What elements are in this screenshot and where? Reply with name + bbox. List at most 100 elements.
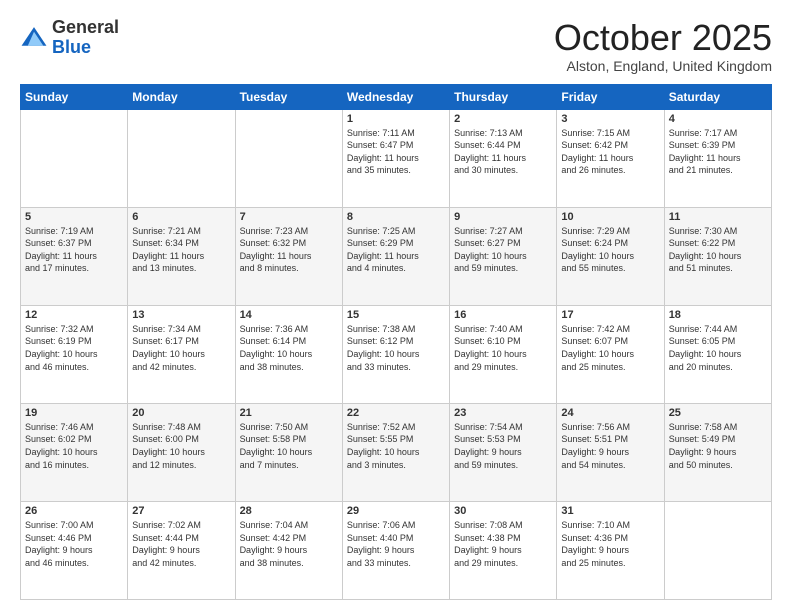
calendar-header-day: Monday (128, 84, 235, 109)
day-info: Sunrise: 7:11 AM Sunset: 6:47 PM Dayligh… (347, 127, 445, 177)
logo-blue: Blue (52, 37, 91, 57)
calendar-header-day: Friday (557, 84, 664, 109)
day-info: Sunrise: 7:42 AM Sunset: 6:07 PM Dayligh… (561, 323, 659, 373)
day-info: Sunrise: 7:50 AM Sunset: 5:58 PM Dayligh… (240, 421, 338, 471)
calendar-cell: 16Sunrise: 7:40 AM Sunset: 6:10 PM Dayli… (450, 305, 557, 403)
calendar-cell: 31 Sunrise: 7:10 AM Sunset: 4:36 PM Dayli… (557, 501, 664, 599)
day-info: Sunrise: 7:21 AM Sunset: 6:34 PM Dayligh… (132, 225, 230, 275)
day-number: 26 (25, 505, 123, 517)
calendar-cell: 18 Sunrise: 7:44 AM Sunset: 6:05 PM Dayli… (664, 305, 771, 403)
calendar-cell: 30Sunrise: 7:08 AM Sunset: 4:38 PM Dayli… (450, 501, 557, 599)
calendar-cell: 2 Sunrise: 7:13 AM Sunset: 6:44 PM Daylig… (450, 109, 557, 207)
calendar-cell: 25 Sunrise: 7:58 AM Sunset: 5:49 PM Dayli… (664, 403, 771, 501)
day-number: 13 (132, 309, 230, 321)
day-info: Sunrise: 7:23 AM Sunset: 6:32 PM Dayligh… (240, 225, 338, 275)
day-info: Sunrise: 7:32 AM Sunset: 6:19 PM Dayligh… (25, 323, 123, 373)
calendar-header-day: Thursday (450, 84, 557, 109)
calendar-header-row: SundayMondayTuesdayWednesdayThursdayFrid… (21, 84, 772, 109)
day-number: 2 (454, 113, 552, 125)
day-info: Sunrise: 7:48 AM Sunset: 6:00 PM Dayligh… (132, 421, 230, 471)
day-number: 30 (454, 505, 552, 517)
location: Alston, England, United Kingdom (554, 58, 772, 74)
day-number: 23 (454, 407, 552, 419)
calendar-week-row: 19Sunrise: 7:46 AM Sunset: 6:02 PM Dayli… (21, 403, 772, 501)
calendar-cell: 11 Sunrise: 7:30 AM Sunset: 6:22 PM Dayli… (664, 207, 771, 305)
day-info: Sunrise: 7:17 AM Sunset: 6:39 PM Dayligh… (669, 127, 767, 177)
day-info: Sunrise: 7:13 AM Sunset: 6:44 PM Dayligh… (454, 127, 552, 177)
calendar-week-row: 1 Sunrise: 7:11 AM Sunset: 6:47 PM Daylig… (21, 109, 772, 207)
day-number: 31 (561, 505, 659, 517)
calendar-cell: 28Sunrise: 7:04 AM Sunset: 4:42 PM Dayli… (235, 501, 342, 599)
day-number: 18 (669, 309, 767, 321)
calendar-week-row: 26 Sunrise: 7:00 AM Sunset: 4:46 PM Dayli… (21, 501, 772, 599)
day-number: 14 (240, 309, 338, 321)
calendar-cell: 9Sunrise: 7:27 AM Sunset: 6:27 PM Daylig… (450, 207, 557, 305)
day-info: Sunrise: 7:54 AM Sunset: 5:53 PM Dayligh… (454, 421, 552, 471)
calendar-cell: 15 Sunrise: 7:38 AM Sunset: 6:12 PM Dayli… (342, 305, 449, 403)
calendar-header-day: Saturday (664, 84, 771, 109)
calendar-cell (235, 109, 342, 207)
calendar-cell: 22 Sunrise: 7:52 AM Sunset: 5:55 PM Dayli… (342, 403, 449, 501)
calendar-cell: 14 Sunrise: 7:36 AM Sunset: 6:14 PM Dayli… (235, 305, 342, 403)
logo-icon (20, 24, 48, 52)
day-info: Sunrise: 7:30 AM Sunset: 6:22 PM Dayligh… (669, 225, 767, 275)
day-number: 24 (561, 407, 659, 419)
calendar-cell (128, 109, 235, 207)
day-number: 15 (347, 309, 445, 321)
calendar-cell: 3 Sunrise: 7:15 AM Sunset: 6:42 PM Daylig… (557, 109, 664, 207)
day-number: 1 (347, 113, 445, 125)
calendar-cell: 13Sunrise: 7:34 AM Sunset: 6:17 PM Dayli… (128, 305, 235, 403)
day-number: 17 (561, 309, 659, 321)
day-number: 4 (669, 113, 767, 125)
logo-general: General (52, 17, 119, 37)
day-info: Sunrise: 7:38 AM Sunset: 6:12 PM Dayligh… (347, 323, 445, 373)
day-number: 20 (132, 407, 230, 419)
day-info: Sunrise: 7:36 AM Sunset: 6:14 PM Dayligh… (240, 323, 338, 373)
calendar-week-row: 5Sunrise: 7:19 AM Sunset: 6:37 PM Daylig… (21, 207, 772, 305)
day-info: Sunrise: 7:44 AM Sunset: 6:05 PM Dayligh… (669, 323, 767, 373)
day-number: 16 (454, 309, 552, 321)
calendar-cell: 7Sunrise: 7:23 AM Sunset: 6:32 PM Daylig… (235, 207, 342, 305)
calendar-cell: 23 Sunrise: 7:54 AM Sunset: 5:53 PM Dayli… (450, 403, 557, 501)
calendar-week-row: 12Sunrise: 7:32 AM Sunset: 6:19 PM Dayli… (21, 305, 772, 403)
calendar-table: SundayMondayTuesdayWednesdayThursdayFrid… (20, 84, 772, 600)
day-number: 22 (347, 407, 445, 419)
day-number: 11 (669, 211, 767, 223)
day-info: Sunrise: 7:02 AM Sunset: 4:44 PM Dayligh… (132, 519, 230, 569)
page: General Blue October 2025 Alston, Englan… (0, 0, 792, 612)
day-number: 19 (25, 407, 123, 419)
calendar-header-day: Tuesday (235, 84, 342, 109)
calendar-cell: 20 Sunrise: 7:48 AM Sunset: 6:00 PM Dayli… (128, 403, 235, 501)
day-info: Sunrise: 7:27 AM Sunset: 6:27 PM Dayligh… (454, 225, 552, 275)
calendar-cell: 21 Sunrise: 7:50 AM Sunset: 5:58 PM Dayli… (235, 403, 342, 501)
day-info: Sunrise: 7:52 AM Sunset: 5:55 PM Dayligh… (347, 421, 445, 471)
day-number: 3 (561, 113, 659, 125)
day-info: Sunrise: 7:10 AM Sunset: 4:36 PM Dayligh… (561, 519, 659, 569)
calendar-header-day: Wednesday (342, 84, 449, 109)
day-number: 29 (347, 505, 445, 517)
day-info: Sunrise: 7:06 AM Sunset: 4:40 PM Dayligh… (347, 519, 445, 569)
calendar-cell: 1 Sunrise: 7:11 AM Sunset: 6:47 PM Daylig… (342, 109, 449, 207)
day-number: 8 (347, 211, 445, 223)
calendar-cell: 19Sunrise: 7:46 AM Sunset: 6:02 PM Dayli… (21, 403, 128, 501)
calendar-cell: 29 Sunrise: 7:06 AM Sunset: 4:40 PM Dayli… (342, 501, 449, 599)
day-number: 10 (561, 211, 659, 223)
day-number: 25 (669, 407, 767, 419)
month-title: October 2025 (554, 18, 772, 58)
logo: General Blue (20, 18, 119, 58)
calendar-cell: 4 Sunrise: 7:17 AM Sunset: 6:39 PM Daylig… (664, 109, 771, 207)
day-info: Sunrise: 7:15 AM Sunset: 6:42 PM Dayligh… (561, 127, 659, 177)
calendar-cell: 8 Sunrise: 7:25 AM Sunset: 6:29 PM Daylig… (342, 207, 449, 305)
calendar-cell: 10 Sunrise: 7:29 AM Sunset: 6:24 PM Dayli… (557, 207, 664, 305)
day-info: Sunrise: 7:29 AM Sunset: 6:24 PM Dayligh… (561, 225, 659, 275)
calendar-cell: 5Sunrise: 7:19 AM Sunset: 6:37 PM Daylig… (21, 207, 128, 305)
day-number: 28 (240, 505, 338, 517)
day-info: Sunrise: 7:58 AM Sunset: 5:49 PM Dayligh… (669, 421, 767, 471)
day-info: Sunrise: 7:19 AM Sunset: 6:37 PM Dayligh… (25, 225, 123, 275)
day-info: Sunrise: 7:00 AM Sunset: 4:46 PM Dayligh… (25, 519, 123, 569)
day-number: 27 (132, 505, 230, 517)
day-info: Sunrise: 7:25 AM Sunset: 6:29 PM Dayligh… (347, 225, 445, 275)
calendar-cell: 17 Sunrise: 7:42 AM Sunset: 6:07 PM Dayli… (557, 305, 664, 403)
logo-text: General Blue (52, 18, 119, 58)
day-number: 21 (240, 407, 338, 419)
